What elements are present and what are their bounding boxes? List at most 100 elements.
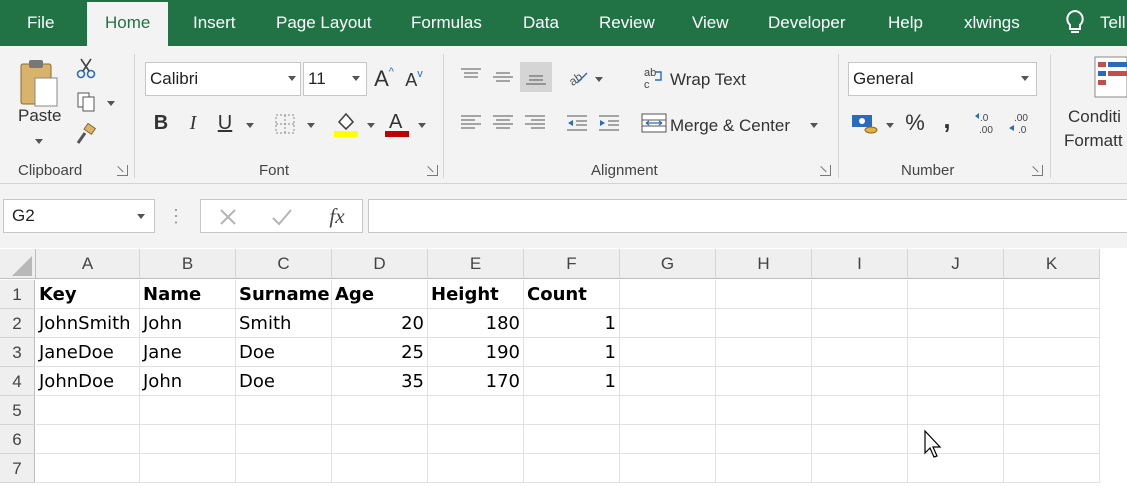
cell-a2[interactable]: JohnSmith	[36, 309, 140, 338]
number-format-caret[interactable]	[1021, 76, 1029, 81]
cell-k2[interactable]	[1004, 309, 1100, 338]
cell-f6[interactable]	[524, 425, 620, 454]
cell-e3[interactable]: 190	[428, 338, 524, 367]
cell-c1[interactable]: Surname	[236, 280, 332, 309]
cell-h5[interactable]	[716, 396, 812, 425]
cell-j2[interactable]	[908, 309, 1004, 338]
decrease-indent-icon[interactable]	[565, 112, 589, 134]
cell-e7[interactable]	[428, 454, 524, 483]
align-center-icon[interactable]	[491, 112, 515, 134]
format-painter-icon[interactable]	[74, 122, 98, 146]
align-top-icon[interactable]	[459, 66, 483, 86]
cell-i7[interactable]	[812, 454, 908, 483]
cell-f4[interactable]: 1	[524, 367, 620, 396]
cell-d3[interactable]: 25	[332, 338, 428, 367]
cell-g1[interactable]	[620, 280, 716, 309]
increase-font-size-icon[interactable]: A ^	[372, 64, 396, 94]
cell-a7[interactable]	[36, 454, 140, 483]
tab-help[interactable]: Help	[888, 0, 923, 46]
lightbulb-icon[interactable]	[1062, 8, 1088, 38]
underline-button[interactable]: U	[214, 109, 236, 137]
cancel-icon[interactable]	[215, 204, 241, 230]
cell-h3[interactable]	[716, 338, 812, 367]
cell-j1[interactable]	[908, 280, 1004, 309]
column-header-f[interactable]: F	[524, 249, 620, 279]
paste-label[interactable]: Paste	[18, 106, 61, 126]
clipboard-launcher-icon[interactable]	[117, 165, 128, 176]
cell-d6[interactable]	[332, 425, 428, 454]
cell-i4[interactable]	[812, 367, 908, 396]
column-header-d[interactable]: D	[332, 249, 428, 279]
cell-i3[interactable]	[812, 338, 908, 367]
tab-tell-me[interactable]: Tell	[1100, 0, 1126, 46]
cell-e6[interactable]	[428, 425, 524, 454]
cell-a4[interactable]: JohnDoe	[36, 367, 140, 396]
formula-input[interactable]	[368, 199, 1127, 233]
insert-function-button[interactable]: fx	[323, 203, 351, 229]
cell-c3[interactable]: Doe	[236, 338, 332, 367]
conditional-formatting-label-1[interactable]: Conditi	[1068, 107, 1121, 127]
cell-h7[interactable]	[716, 454, 812, 483]
merge-center-button[interactable]: Merge & Center	[670, 116, 790, 136]
borders-caret[interactable]	[307, 123, 315, 128]
name-box[interactable]: G2	[3, 199, 155, 233]
tab-xlwings[interactable]: xlwings	[964, 0, 1020, 46]
cell-b2[interactable]: John	[140, 309, 236, 338]
cell-i6[interactable]	[812, 425, 908, 454]
row-header-3[interactable]: 3	[0, 338, 35, 367]
cell-g7[interactable]	[620, 454, 716, 483]
column-header-h[interactable]: H	[716, 249, 812, 279]
borders-icon[interactable]	[273, 112, 297, 136]
column-header-a[interactable]: A	[36, 249, 140, 279]
cell-k6[interactable]	[1004, 425, 1100, 454]
cell-c2[interactable]: Smith	[236, 309, 332, 338]
row-header-4[interactable]: 4	[0, 367, 35, 396]
font-size-caret[interactable]	[352, 76, 360, 81]
tab-page-layout[interactable]: Page Layout	[276, 0, 371, 46]
cell-g2[interactable]	[620, 309, 716, 338]
increase-indent-icon[interactable]	[597, 112, 621, 134]
number-launcher-icon[interactable]	[1032, 165, 1043, 176]
cell-i1[interactable]	[812, 280, 908, 309]
worksheet-grid[interactable]: ABCDEFGHIJK 1234567 Key Name Surname Age Hei…	[0, 248, 1127, 486]
tab-view[interactable]: View	[692, 0, 729, 46]
orientation-icon[interactable]: ab	[566, 66, 590, 88]
paste-button[interactable]	[16, 54, 62, 114]
cell-a5[interactable]	[36, 396, 140, 425]
font-name-caret[interactable]	[288, 76, 296, 81]
row-header-5[interactable]: 5	[0, 396, 35, 425]
row-header-2[interactable]: 2	[0, 309, 35, 338]
cell-i5[interactable]	[812, 396, 908, 425]
column-header-c[interactable]: C	[236, 249, 332, 279]
cell-e5[interactable]	[428, 396, 524, 425]
cell-a3[interactable]: JaneDoe	[36, 338, 140, 367]
align-left-icon[interactable]	[459, 112, 483, 134]
cell-c7[interactable]	[236, 454, 332, 483]
cell-f2[interactable]: 1	[524, 309, 620, 338]
cell-b4[interactable]: John	[140, 367, 236, 396]
decrease-decimal-icon[interactable]: .00.0	[1008, 110, 1036, 136]
font-color-icon[interactable]: A	[384, 108, 410, 138]
tab-data[interactable]: Data	[523, 0, 559, 46]
wrap-text-icon[interactable]: ab c	[643, 66, 665, 90]
cell-i2[interactable]	[812, 309, 908, 338]
copy-icon[interactable]	[74, 90, 98, 114]
row-header-6[interactable]: 6	[0, 425, 35, 454]
cell-b7[interactable]	[140, 454, 236, 483]
tab-formulas[interactable]: Formulas	[411, 0, 482, 46]
cell-k7[interactable]	[1004, 454, 1100, 483]
row-header-7[interactable]: 7	[0, 454, 35, 483]
cell-g4[interactable]	[620, 367, 716, 396]
copy-dropdown-caret[interactable]	[107, 101, 115, 106]
cell-h4[interactable]	[716, 367, 812, 396]
select-all-button[interactable]	[0, 249, 36, 279]
currency-caret[interactable]	[886, 123, 894, 128]
cell-g3[interactable]	[620, 338, 716, 367]
comma-style-button[interactable]: ,	[938, 104, 956, 134]
orientation-caret[interactable]	[595, 77, 603, 82]
percent-style-button[interactable]: %	[902, 108, 928, 138]
tab-review[interactable]: Review	[599, 0, 655, 46]
align-right-icon[interactable]	[523, 112, 547, 134]
cell-e4[interactable]: 170	[428, 367, 524, 396]
cell-b1[interactable]: Name	[140, 280, 236, 309]
